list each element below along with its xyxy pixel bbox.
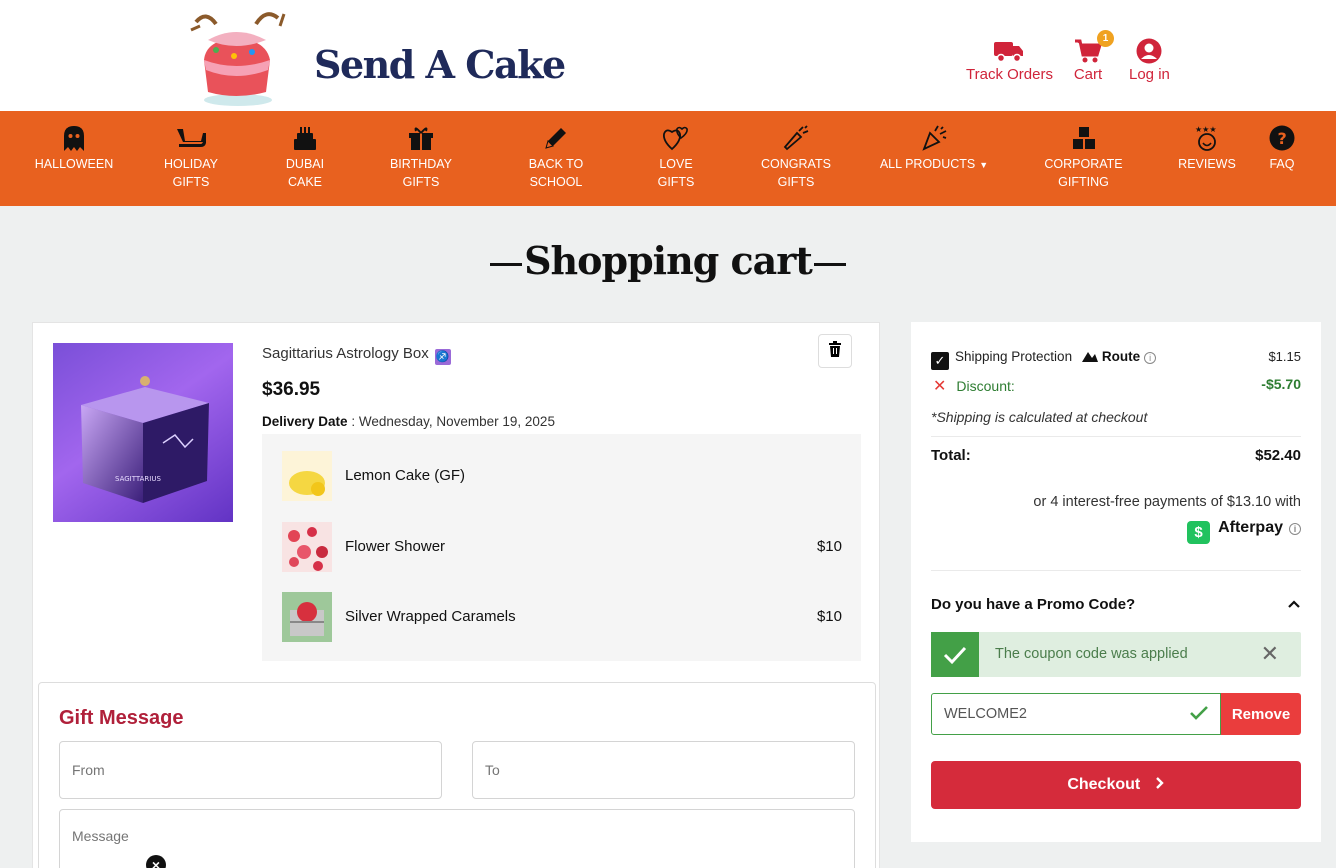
product-image: SAGITTARIUS xyxy=(53,343,233,522)
shipping-note: *Shipping is calculated at checkout xyxy=(931,409,1148,425)
afterpay-brand[interactable]: $ Afterpay i xyxy=(931,519,1301,544)
svg-text:SAGITTARIUS: SAGITTARIUS xyxy=(115,475,161,483)
login-label: Log in xyxy=(1129,66,1170,83)
total-row: Total: $52.40 xyxy=(931,447,1301,464)
chevron-right-icon xyxy=(1155,776,1165,793)
nav-birthday-gifts[interactable]: BIRTHDAY GIFTS xyxy=(386,125,456,191)
info-icon[interactable]: i xyxy=(1289,523,1301,535)
cake-logo-icon[interactable] xyxy=(186,0,286,108)
page-title: Shopping cart xyxy=(0,238,1336,283)
chevron-down-icon: ▼ xyxy=(979,160,989,170)
check-icon xyxy=(931,632,979,677)
nav-halloween[interactable]: HALLOWEEN xyxy=(33,125,115,173)
shipping-protection-checkbox[interactable]: ✓ xyxy=(931,352,949,370)
total-value: $52.40 xyxy=(1255,447,1301,464)
nav-dubai-cake[interactable]: DUBAI CAKE xyxy=(280,125,330,191)
gift-message-section: Gift Message xyxy=(38,682,876,868)
addons-list: Lemon Cake (GF) Flower Shower $10 Silver… xyxy=(262,434,861,661)
nav-faq[interactable]: ? FAQ xyxy=(1264,125,1300,173)
nav-reviews[interactable]: ★★★ REVIEWS xyxy=(1176,125,1238,173)
sleigh-icon xyxy=(160,125,222,151)
coupon-code-input[interactable] xyxy=(931,693,1221,735)
question-icon: ? xyxy=(1264,125,1300,151)
addon-image xyxy=(282,522,332,572)
nav-love-gifts[interactable]: LOVE GIFTS xyxy=(651,125,701,191)
nav-congrats-gifts[interactable]: CONGRATS GIFTS xyxy=(756,125,836,191)
order-summary: ✓ Shipping Protection Route i $1.15 ✕ Disco… xyxy=(911,322,1321,842)
gift-box-icon xyxy=(386,125,456,151)
nav-corporate-gifting[interactable]: CORPORATE GIFTING xyxy=(1041,125,1126,191)
svg-text:★★★: ★★★ xyxy=(1195,125,1217,134)
hearts-icon xyxy=(651,125,701,151)
discount-row: ✕ Discount: -$5.70 xyxy=(933,376,1301,395)
nav-holiday-gifts[interactable]: HOLIDAY GIFTS xyxy=(160,125,222,191)
delivery-date: Delivery Date : Wednesday, November 19, … xyxy=(262,414,555,429)
coupon-applied-alert: The coupon code was applied ✕ xyxy=(931,632,1301,677)
gift-message-field[interactable] xyxy=(59,809,855,868)
addon-image xyxy=(282,451,332,501)
shipping-protection-price: $1.15 xyxy=(1268,349,1301,364)
smile-stars-icon: ★★★ xyxy=(1176,125,1238,151)
boxes-icon xyxy=(1041,125,1126,151)
cart-label: Cart xyxy=(1073,66,1103,83)
nav-back-to-school[interactable]: BACK TO SCHOOL xyxy=(521,125,591,191)
cake-icon xyxy=(280,125,330,151)
delete-item-button[interactable] xyxy=(818,334,852,368)
checkout-button[interactable]: Checkout xyxy=(931,761,1301,809)
track-orders-link[interactable]: Track Orders xyxy=(966,38,1053,83)
product-name[interactable]: Sagittarius Astrology Box ♐ xyxy=(262,345,451,365)
brand-name[interactable]: Send A Cake xyxy=(314,42,566,87)
route-logo: Route xyxy=(1081,349,1140,364)
remove-coupon-button[interactable]: Remove xyxy=(1221,693,1301,735)
cart-item-panel: SAGITTARIUS Sagittarius Astrology Box ♐ $… xyxy=(32,322,880,868)
user-icon xyxy=(1129,38,1170,64)
track-orders-label: Track Orders xyxy=(966,66,1053,83)
champagne-icon xyxy=(756,125,836,151)
svg-text:?: ? xyxy=(1278,129,1287,148)
gift-message-title: Gift Message xyxy=(59,707,184,729)
pencil-icon xyxy=(521,125,591,151)
afterpay-icon: $ xyxy=(1187,521,1211,544)
truck-icon xyxy=(966,38,1053,64)
afterpay-text: or 4 interest-free payments of $13.10 wi… xyxy=(1033,494,1301,510)
list-item[interactable]: Silver Wrapped Caramels $10 xyxy=(282,592,842,642)
cart-link[interactable]: 1 Cart xyxy=(1073,30,1114,83)
discount-value: -$5.70 xyxy=(1261,376,1301,392)
gift-to-field[interactable] xyxy=(472,741,855,799)
promo-code-header[interactable]: Do you have a Promo Code? xyxy=(931,596,1301,613)
category-nav: HALLOWEEN HOLIDAY GIFTS DUBAI CAKE BIRTH… xyxy=(0,111,1336,206)
party-popper-icon xyxy=(878,125,990,151)
info-icon[interactable]: i xyxy=(1144,352,1157,364)
check-icon xyxy=(1189,705,1209,726)
cart-count-badge: 1 xyxy=(1097,30,1114,47)
site-header: Send A Cake Track Orders 1 Cart Log in xyxy=(0,0,1336,111)
ghost-icon xyxy=(33,125,115,151)
login-link[interactable]: Log in xyxy=(1129,38,1170,83)
trash-icon xyxy=(828,340,842,362)
sagittarius-icon: ♐ xyxy=(434,349,451,365)
addon-image xyxy=(282,592,332,642)
nav-all-products[interactable]: ALL PRODUCTS ▼ xyxy=(878,125,990,174)
cart-icon: 1 xyxy=(1073,30,1114,64)
list-item[interactable]: Lemon Cake (GF) xyxy=(282,451,842,501)
shipping-protection-row: ✓ Shipping Protection Route i $1.15 xyxy=(931,349,1301,370)
gift-from-field[interactable] xyxy=(59,741,442,799)
close-icon[interactable]: × xyxy=(146,855,166,868)
product-price: $36.95 xyxy=(262,379,321,400)
list-item[interactable]: Flower Shower $10 xyxy=(282,522,842,572)
remove-discount-icon[interactable]: ✕ xyxy=(933,378,946,395)
close-icon[interactable]: ✕ xyxy=(1261,642,1279,666)
chevron-up-icon[interactable] xyxy=(1287,596,1301,612)
